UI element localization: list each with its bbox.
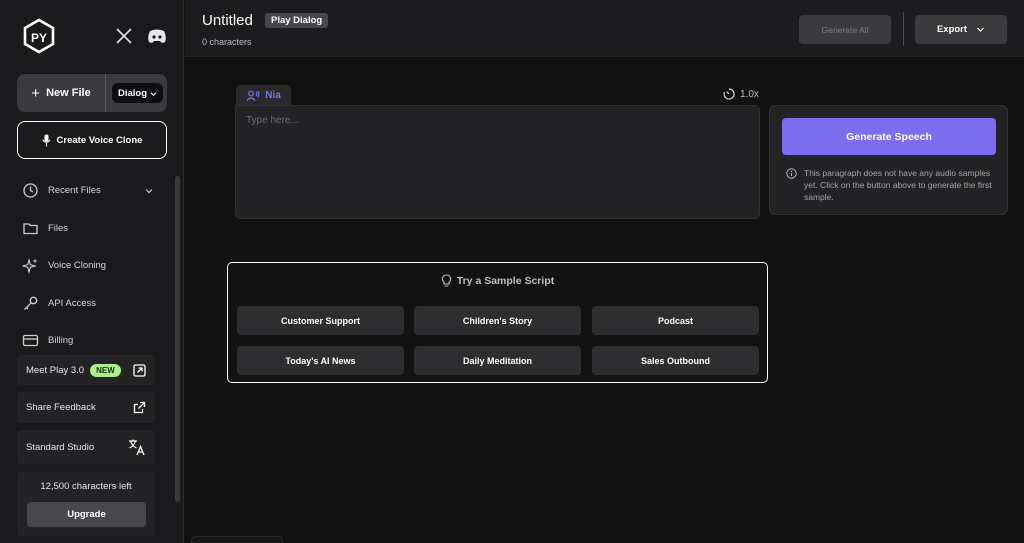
- create-voice-clone-label: Create Voice Clone: [56, 134, 143, 146]
- export-label: Export: [936, 24, 968, 35]
- clock-icon: [23, 183, 38, 198]
- speaker-voice-icon: [246, 89, 260, 101]
- sample-sales-outbound-button[interactable]: Sales Outbound: [592, 346, 759, 375]
- document-title[interactable]: Untitled: [202, 12, 253, 29]
- upgrade-button[interactable]: Upgrade: [27, 502, 146, 527]
- sidebar-item-label: Billing: [48, 335, 74, 347]
- folder-icon: [23, 223, 38, 234]
- standard-studio-card[interactable]: Standard Studio: [17, 430, 155, 464]
- meet-play-card[interactable]: Meet Play 3.0 NEW: [17, 355, 155, 385]
- lightbulb-icon: [441, 274, 451, 287]
- sidebar: PY + New File Dialog Create Voice Clone …: [0, 0, 184, 543]
- header: Untitled Play Dialog 0 characters Genera…: [185, 0, 1024, 57]
- discord-icon[interactable]: [147, 28, 167, 44]
- sidebar-item-recent-files[interactable]: Recent Files: [22, 172, 154, 210]
- standard-studio-label: Standard Studio: [26, 441, 95, 453]
- speed-control[interactable]: 1.0x: [723, 88, 759, 100]
- chevron-down-icon: [145, 188, 153, 194]
- share-feedback-card[interactable]: Share Feedback: [17, 392, 155, 423]
- sample-todays-ai-news-button[interactable]: Today's AI News: [237, 346, 404, 375]
- script-placeholder: Type here...: [246, 115, 299, 126]
- sample-podcast-button[interactable]: Podcast: [592, 306, 759, 335]
- external-link-icon: [133, 401, 146, 414]
- sidebar-item-label: Recent Files: [48, 185, 101, 197]
- generate-speech-button[interactable]: Generate Speech: [782, 118, 996, 155]
- new-badge: NEW: [90, 363, 121, 377]
- new-file-button[interactable]: + New File: [17, 74, 106, 112]
- sample-script-panel: Try a Sample Script Customer Support Chi…: [227, 262, 768, 383]
- share-feedback-label: Share Feedback: [26, 402, 96, 413]
- dialog-mode-select[interactable]: Dialog: [112, 83, 164, 103]
- speaker-tab[interactable]: Nia: [236, 85, 291, 105]
- info-icon: [786, 168, 797, 179]
- script-text-input[interactable]: Type here...: [235, 105, 760, 219]
- new-file-group: + New File Dialog: [17, 74, 167, 112]
- info-text: This paragraph does not have any audio s…: [804, 168, 992, 202]
- sidebar-item-billing[interactable]: Billing: [22, 322, 154, 360]
- play-logo-icon[interactable]: PY: [22, 18, 56, 54]
- dialog-mode-label: Dialog: [118, 87, 148, 99]
- generate-all-button[interactable]: Generate All: [799, 15, 891, 44]
- sidebar-item-label: Files: [48, 222, 69, 234]
- mode-badge: Play Dialog: [265, 13, 329, 28]
- card-icon: [22, 335, 39, 347]
- key-icon: [24, 296, 38, 310]
- sidebar-item-label: Voice Cloning: [48, 260, 107, 272]
- create-voice-clone-button[interactable]: Create Voice Clone: [17, 121, 167, 159]
- meet-play-label: Meet Play 3.0: [26, 364, 85, 376]
- sidebar-item-voice-cloning[interactable]: Voice Cloning: [22, 247, 154, 285]
- plus-icon: +: [31, 84, 41, 102]
- sample-script-title: Try a Sample Script: [228, 274, 767, 288]
- bottom-tab-stub[interactable]: [191, 536, 283, 543]
- speed-value: 1.0x: [740, 88, 759, 100]
- header-divider: [903, 12, 904, 46]
- x-twitter-icon[interactable]: [115, 27, 133, 45]
- sidebar-item-label: API Access: [48, 297, 97, 309]
- new-file-label: New File: [46, 87, 91, 99]
- characters-left-text: 12,500 characters left: [40, 481, 132, 492]
- export-button[interactable]: Export: [915, 15, 1007, 44]
- sidebar-item-files[interactable]: Files: [22, 210, 154, 248]
- sparkle-icon: [22, 258, 38, 275]
- sample-customer-support-button[interactable]: Customer Support: [237, 306, 404, 335]
- sidebar-item-api-access[interactable]: API Access: [22, 285, 154, 323]
- sidebar-scrollbar[interactable]: [175, 176, 180, 502]
- chevron-down-icon: [977, 27, 984, 32]
- sidebar-nav: Recent Files Files Voice Cloning API Acc…: [22, 172, 154, 360]
- chevron-down-icon: [150, 91, 157, 96]
- sample-script-title-text: Try a Sample Script: [456, 275, 555, 287]
- characters-left-card: 12,500 characters left Upgrade: [17, 472, 155, 536]
- character-count: 0 characters: [202, 37, 252, 47]
- speed-gauge-icon: [723, 88, 735, 100]
- external-link-icon: [133, 363, 146, 377]
- sample-daily-meditation-button[interactable]: Daily Meditation: [414, 346, 581, 375]
- speaker-name: Nia: [265, 89, 281, 101]
- sample-childrens-story-button[interactable]: Children's Story: [414, 306, 581, 335]
- translate-icon: [129, 439, 145, 456]
- svg-text:PY: PY: [31, 31, 47, 45]
- generate-panel: Generate Speech This paragraph does not …: [769, 105, 1008, 215]
- microphone-icon: [42, 134, 50, 146]
